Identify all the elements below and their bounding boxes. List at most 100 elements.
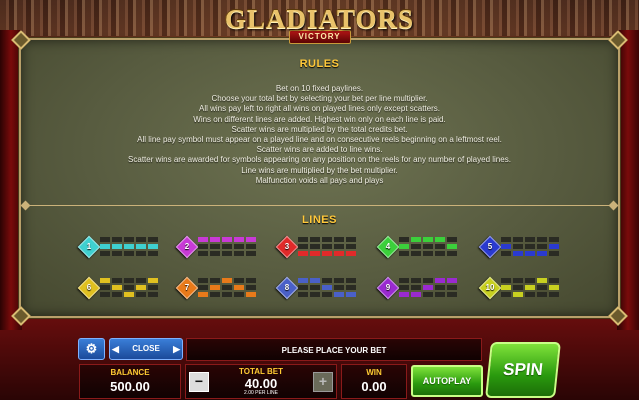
- payline-cell: [411, 251, 421, 256]
- rule-text: Bet on 10 fixed paylines.: [275, 84, 364, 93]
- close-button[interactable]: CLOSE: [124, 339, 168, 359]
- payline-cell: [310, 237, 320, 242]
- payline-cell: [246, 285, 256, 290]
- payline-6: 6: [77, 276, 161, 301]
- payline-cell: [298, 285, 308, 290]
- payline-cell: [334, 237, 344, 242]
- payline-cell: [322, 292, 332, 297]
- balance-label: BALANCE: [110, 368, 150, 377]
- payline-cell: [549, 285, 559, 290]
- payline-cell: [246, 251, 256, 256]
- autoplay-button[interactable]: AUTOPLAY: [411, 365, 483, 397]
- payline-cell: [124, 285, 134, 290]
- payline-cell: [136, 292, 146, 297]
- payline-cell: [346, 251, 356, 256]
- payline-cell: [298, 292, 308, 297]
- payline-cell: [310, 244, 320, 249]
- win-box: WIN 0.00: [341, 364, 407, 399]
- rules-list: Bet on 10 fixed paylines. Choose your to…: [21, 84, 618, 186]
- payline-cell: [346, 244, 356, 249]
- payline-cell: [525, 251, 535, 256]
- payline-cell: [537, 244, 547, 249]
- rule-text: Scatter wins are multiplied by the total…: [231, 124, 408, 134]
- payline-cell: [399, 251, 409, 256]
- payline-cell: [549, 278, 559, 283]
- payline-cell: [310, 251, 320, 256]
- payline-cell: [198, 237, 208, 242]
- section-divider: [25, 205, 614, 206]
- payline-cell: [423, 285, 433, 290]
- payline-7: 7: [175, 276, 259, 301]
- payline-pattern: [198, 237, 258, 258]
- payline-cell: [513, 237, 523, 242]
- payline-cell: [136, 244, 146, 249]
- payline-pattern: [298, 237, 358, 258]
- payline-pattern: [100, 278, 160, 299]
- payline-number: 2: [184, 242, 190, 251]
- rule-text: Malfunction voids all pays and plays: [255, 175, 384, 185]
- payline-cell: [537, 292, 547, 297]
- rule-text: Scatter wins are awarded for symbols app…: [128, 155, 511, 165]
- payline-cell: [346, 285, 356, 290]
- payline-cell: [148, 278, 158, 283]
- spin-button[interactable]: SPIN: [485, 342, 561, 398]
- rule-text: Wins on different lines are added. Highe…: [193, 114, 446, 124]
- payline-cell: [210, 244, 220, 249]
- payline-cell: [334, 285, 344, 290]
- payline-cell: [136, 251, 146, 256]
- payline-5: 5: [478, 235, 562, 260]
- payline-cell: [513, 285, 523, 290]
- payline-3: 3: [275, 235, 359, 260]
- payline-number: 6: [86, 283, 92, 292]
- payline-cell: [346, 237, 356, 242]
- payline-cell: [198, 244, 208, 249]
- rule-text: Scatter wins are added to line wins.: [256, 145, 383, 155]
- payline-pattern: [298, 278, 358, 299]
- payline-cell: [210, 285, 220, 290]
- payline-cell: [537, 278, 547, 283]
- payline-cell: [210, 292, 220, 297]
- payline-cell: [537, 285, 547, 290]
- payline-cell: [222, 251, 232, 256]
- payline-cell: [334, 278, 344, 283]
- payline-cell: [435, 278, 445, 283]
- payline-cell: [525, 237, 535, 242]
- payline-cell: [411, 292, 421, 297]
- payline-cell: [501, 278, 511, 283]
- message-box: PLEASE PLACE YOUR BET: [186, 338, 482, 361]
- lines-heading: LINES: [302, 214, 337, 226]
- payline-cell: [399, 278, 409, 283]
- payline-cell: [346, 278, 356, 283]
- chevron-left-icon[interactable]: ◀: [112, 339, 119, 359]
- rule-text: All wins pay left to right all wins on p…: [198, 104, 440, 114]
- settings-button[interactable]: ⚙: [78, 338, 105, 360]
- payline-cell: [100, 292, 110, 297]
- payline-cell: [513, 251, 523, 256]
- increase-bet-button[interactable]: +: [313, 372, 333, 392]
- payline-cell: [399, 292, 409, 297]
- payline-cell: [246, 278, 256, 283]
- payline-cell: [501, 292, 511, 297]
- rules-panel: RULES Bet on 10 fixed paylines. Choose y…: [11, 30, 628, 326]
- payline-number: 4: [385, 242, 391, 251]
- payline-cell: [537, 237, 547, 242]
- chevron-right-icon[interactable]: ▶: [173, 339, 180, 359]
- payline-cell: [148, 244, 158, 249]
- payline-cell: [234, 244, 244, 249]
- rule-text: Line wins are multiplied by the bet mult…: [241, 165, 398, 175]
- win-value: 0.00: [361, 379, 387, 394]
- payline-cell: [310, 285, 320, 290]
- payline-cell: [136, 285, 146, 290]
- payline-4: 4: [376, 235, 460, 260]
- payline-number: 1: [86, 242, 92, 251]
- payline-cell: [334, 292, 344, 297]
- payline-cell: [411, 285, 421, 290]
- payline-cell: [334, 251, 344, 256]
- payline-cell: [501, 251, 511, 256]
- payline-cell: [423, 237, 433, 242]
- payline-number: 8: [284, 283, 290, 292]
- payline-cell: [423, 292, 433, 297]
- payline-cell: [501, 285, 511, 290]
- payline-cell: [148, 251, 158, 256]
- payline-pattern: [399, 237, 459, 258]
